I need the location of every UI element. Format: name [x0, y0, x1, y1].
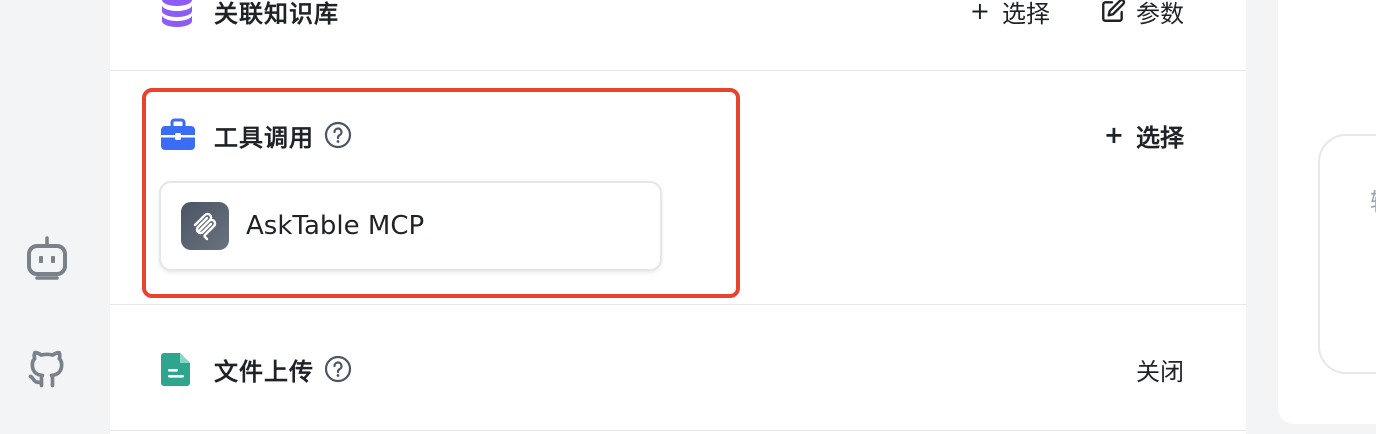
left-rail [0, 0, 110, 434]
github-icon[interactable] [22, 344, 72, 394]
right-panel: 输 [1278, 0, 1376, 424]
bot-icon[interactable] [22, 233, 72, 283]
main-panel: 关联知识库 + 选择 参数 工具调用 + 选择 AskTable MCP 文件上… [110, 0, 1246, 434]
file-upload-row: 文件上传 关闭 [160, 349, 1184, 389]
document-icon [160, 351, 196, 387]
knowledge-row: 关联知识库 + 选择 参数 [160, 0, 1184, 31]
help-icon[interactable] [324, 355, 352, 383]
file-upload-status[interactable]: 关闭 [1136, 352, 1184, 387]
divider [110, 430, 1246, 431]
divider [110, 304, 1246, 305]
tool-name: AskTable MCP [246, 211, 425, 241]
mcp-logo-icon [181, 202, 229, 250]
edit-icon [1100, 0, 1126, 24]
database-icon [160, 0, 196, 29]
knowledge-params-button[interactable]: 参数 [1100, 0, 1184, 29]
knowledge-title: 关联知识库 [214, 0, 339, 28]
tool-card-asktable-mcp[interactable]: AskTable MCP [159, 181, 662, 271]
tools-select-button[interactable]: + 选择 [1104, 118, 1184, 153]
plus-icon: + [1103, 121, 1124, 149]
chat-input-placeholder: 输 [1370, 182, 1376, 217]
plus-icon: + [969, 0, 990, 25]
knowledge-select-button[interactable]: + 选择 [970, 0, 1050, 29]
file-upload-title: 文件上传 [214, 357, 314, 386]
chat-input-card[interactable]: 输 [1318, 134, 1376, 374]
divider [110, 70, 1246, 71]
